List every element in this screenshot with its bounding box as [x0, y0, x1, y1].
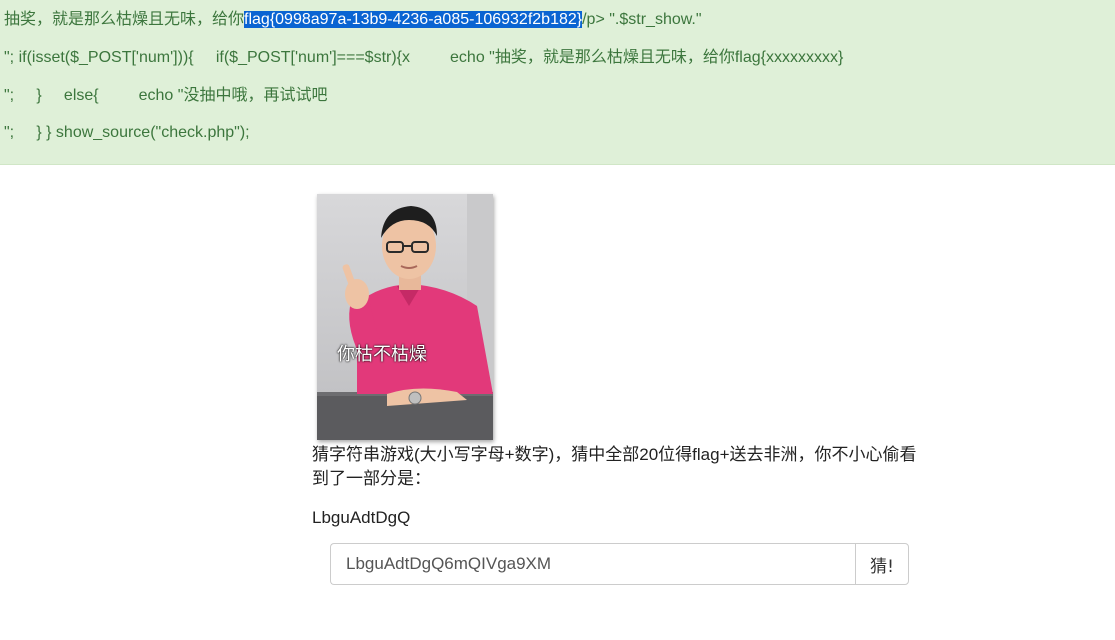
source-line-2: "; if(isset($_POST['num'])){ if($_POST['…: [4, 49, 844, 66]
revealed-hint: LbguAdtDgQ: [312, 508, 411, 527]
source-line-1: 抽奖，就是那么枯燥且无味，给你flag{0998a97a-13b9-4236-a…: [4, 10, 702, 30]
selected-flag-text[interactable]: flag{0998a97a-13b9-4236-a085-106932f2b18…: [244, 11, 583, 28]
meme-illustration: [317, 194, 493, 440]
meme-image: 你枯不枯燥: [317, 194, 493, 440]
source-code-banner: 抽奖，就是那么枯燥且无味，给你flag{0998a97a-13b9-4236-a…: [0, 0, 1115, 165]
guess-submit-button[interactable]: 猜!: [855, 543, 909, 585]
source-line-1-text: 抽奖，就是那么枯燥且无味，给你: [4, 11, 245, 28]
source-line-4: "; } } show_source("check.php");: [4, 124, 250, 141]
source-line-3: "; } else{ echo "没抽中哦，再试试吧: [4, 87, 328, 104]
meme-caption: 你枯不枯燥: [337, 344, 427, 365]
source-line-1-tail: /p> ".$str_show.": [582, 11, 702, 28]
game-description: 猜字符串游戏(大小写字母+数字)，猜中全部20位得flag+送去非洲，你不小心偷…: [312, 445, 917, 488]
guess-form: 猜!: [330, 543, 909, 585]
guess-input[interactable]: [330, 543, 855, 585]
